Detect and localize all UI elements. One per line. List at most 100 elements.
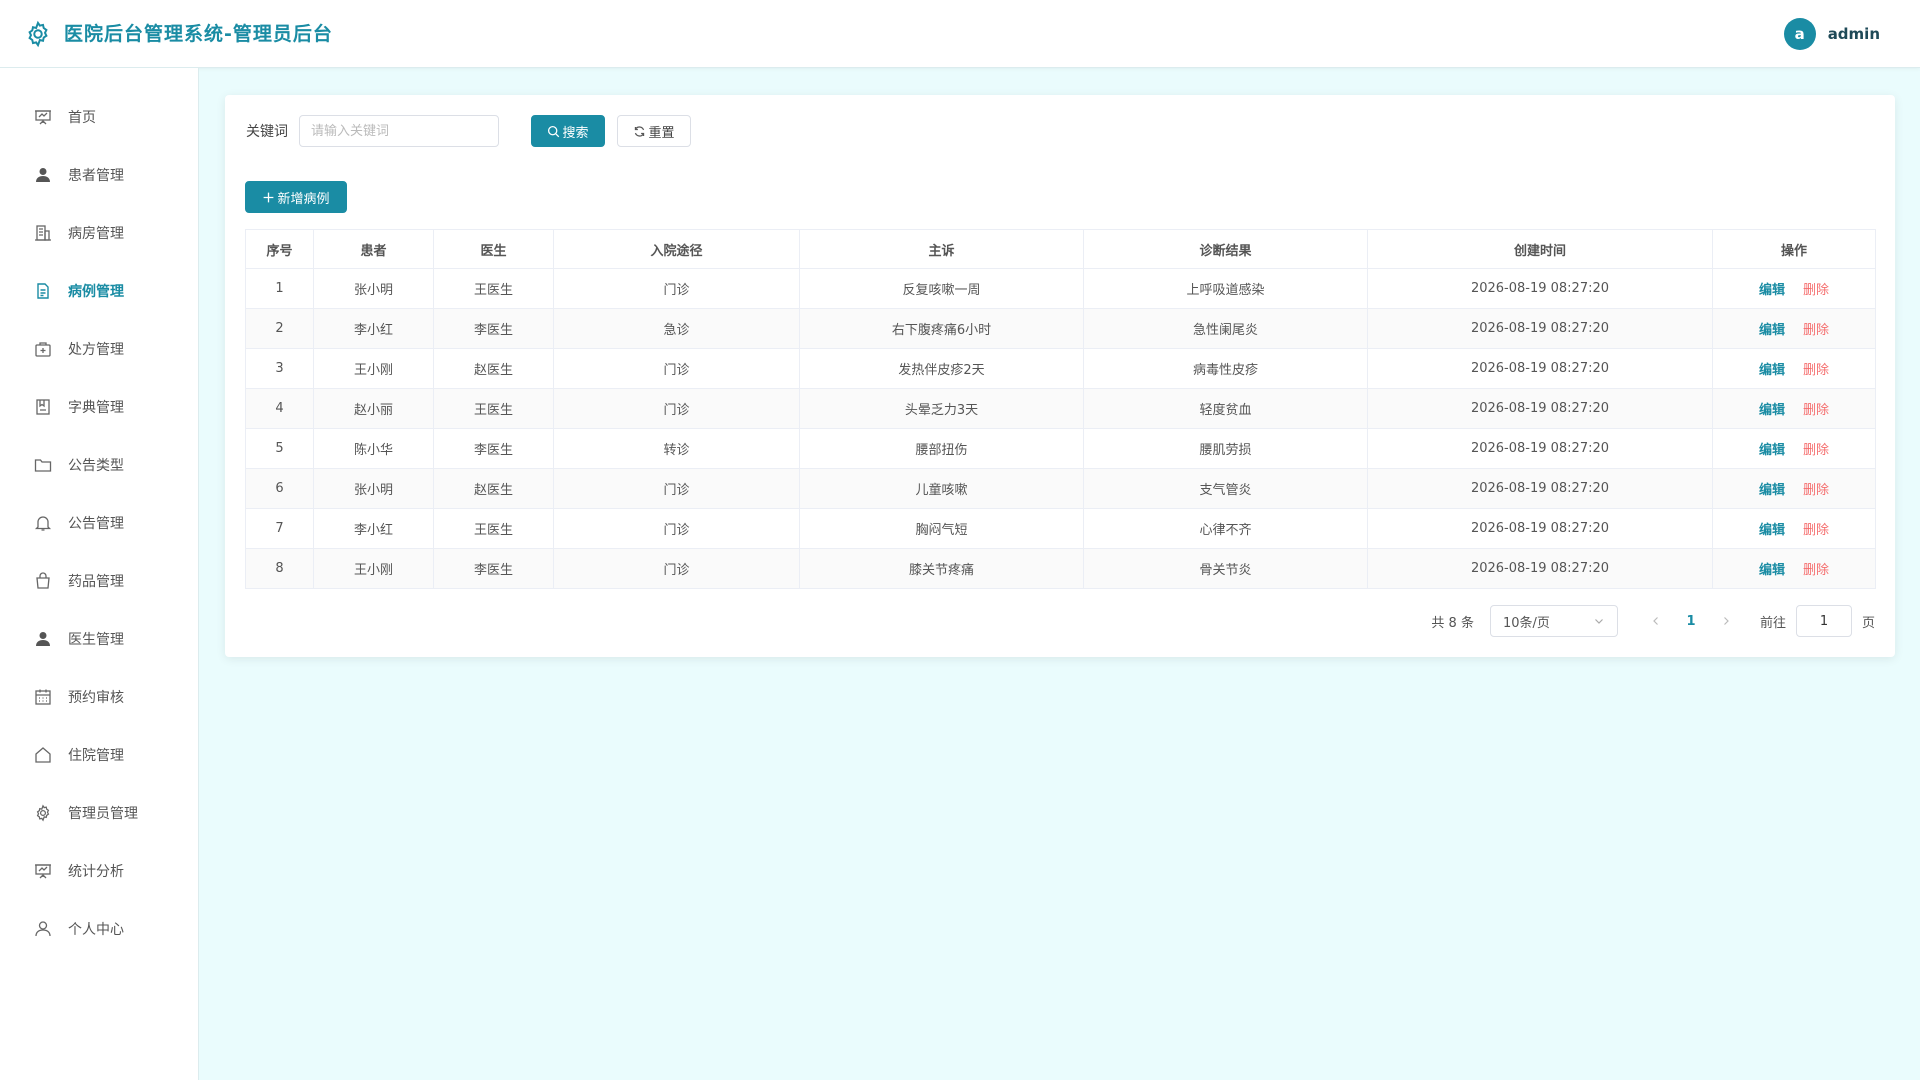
jump-label: 前往 xyxy=(1759,615,1786,631)
table-cell: 2026-08-19 08:27:20 xyxy=(1367,348,1713,389)
username[interactable]: admin xyxy=(1828,25,1880,43)
table-row: 3 王小刚 赵医生 门诊 发热伴皮疹2天 病毒性皮疹 2026-08-19 08:27:20… xyxy=(245,348,1876,389)
table-cell: 2 xyxy=(245,308,314,349)
table-cell: 赵医生 xyxy=(433,348,554,389)
delete-button[interactable]: 删除 xyxy=(1803,363,1829,378)
sidebar-item-8[interactable]: 公告管理 xyxy=(0,494,199,552)
add-case-button[interactable]: 新增病例 xyxy=(245,181,347,213)
sidebar: 首页患者管理病房管理病例管理处方管理字典管理公告类型公告管理 药品管理 医生管理 预约… xyxy=(0,68,199,1080)
delete-button[interactable]: 删除 xyxy=(1803,323,1829,338)
edit-button[interactable]: 编辑 xyxy=(1759,323,1785,338)
table-cell: 膝关节疼痛 xyxy=(799,548,1084,589)
delete-button[interactable]: 删除 xyxy=(1803,443,1829,458)
shopping-bag-icon xyxy=(34,572,52,590)
refresh-icon xyxy=(635,125,645,137)
sidebar-item-9[interactable]: 药品管理 xyxy=(0,552,199,610)
table-cell: 李医生 xyxy=(433,548,554,589)
prev-page-button[interactable] xyxy=(1642,615,1670,627)
edit-button[interactable]: 编辑 xyxy=(1759,563,1785,578)
sidebar-item-label: 病房管理 xyxy=(68,226,124,242)
sidebar-item-5[interactable]: 处方管理 xyxy=(0,320,199,378)
table-cell: 转诊 xyxy=(553,428,800,469)
sidebar-item-label: 管理员管理 xyxy=(68,806,138,822)
sidebar-item-1[interactable]: 首页 xyxy=(0,88,199,146)
top-header: 医院后台管理系统-管理员后台 a admin xyxy=(0,0,1920,68)
table-cell: 门诊 xyxy=(553,548,800,589)
table-row: 5 陈小华 李医生 转诊 腰部扭伤 腰肌劳损 2026-08-19 08:27:20 编辑 删除 xyxy=(245,428,1876,469)
table-cell: 1 xyxy=(245,268,314,309)
delete-button[interactable]: 删除 xyxy=(1803,563,1829,578)
table-cell-actions: 编辑 删除 xyxy=(1712,308,1876,349)
search-icon xyxy=(548,125,560,137)
sidebar-item-13[interactable]: 管理员管理 xyxy=(0,784,199,842)
first-aid-kit-icon xyxy=(34,340,52,358)
sidebar-item-15[interactable]: 个人中心 xyxy=(0,900,199,958)
edit-button[interactable]: 编辑 xyxy=(1759,443,1785,458)
table-cell: 王小刚 xyxy=(313,348,434,389)
edit-button[interactable]: 编辑 xyxy=(1759,283,1785,298)
delete-button[interactable]: 删除 xyxy=(1803,283,1829,298)
table-cell: 腰部扭伤 xyxy=(799,428,1084,469)
presentation-icon xyxy=(34,108,52,126)
sidebar-item-3[interactable]: 病房管理 xyxy=(0,204,199,262)
table-cell: 李医生 xyxy=(433,428,554,469)
column-header: 患者 xyxy=(313,229,434,269)
table-cell: 头晕乏力3天 xyxy=(799,388,1084,429)
table-cell-actions: 编辑 删除 xyxy=(1712,548,1876,589)
edit-button[interactable]: 编辑 xyxy=(1759,403,1785,418)
table-cell: 王医生 xyxy=(433,388,554,429)
sidebar-item-label: 字典管理 xyxy=(68,400,124,416)
user-filled-icon xyxy=(34,630,52,648)
search-button[interactable]: 搜索 xyxy=(531,115,605,147)
table-cell: 王小刚 xyxy=(313,548,434,589)
delete-button[interactable]: 删除 xyxy=(1803,403,1829,418)
table-cell: 右下腹疼痛6小时 xyxy=(799,308,1084,349)
column-header: 主诉 xyxy=(799,229,1084,269)
table-cell: 7 xyxy=(245,508,314,549)
page-number-current[interactable]: 1 xyxy=(1676,614,1706,629)
table-row: 2 李小红 李医生 急诊 右下腹疼痛6小时 急性阑尾炎 2026-08-19 08:27:2… xyxy=(245,308,1876,349)
sidebar-item-label: 首页 xyxy=(68,110,96,126)
jump-page-input[interactable] xyxy=(1795,605,1852,637)
sidebar-item-12[interactable]: 住院管理 xyxy=(0,726,199,784)
table-cell: 上呼吸道感染 xyxy=(1083,268,1368,309)
sidebar-item-label: 处方管理 xyxy=(68,342,124,358)
sidebar-item-label: 公告类型 xyxy=(68,458,124,474)
page-size-select[interactable]: 10条/页 xyxy=(1489,605,1618,637)
sidebar-item-14[interactable]: 统计分析 xyxy=(0,842,199,900)
reset-button[interactable]: 重置 xyxy=(617,115,691,147)
delete-button[interactable]: 删除 xyxy=(1803,483,1829,498)
avatar[interactable]: a xyxy=(1783,18,1816,50)
edit-button[interactable]: 编辑 xyxy=(1759,523,1785,538)
sidebar-item-label: 住院管理 xyxy=(68,748,124,764)
table-cell: 2026-08-19 08:27:20 xyxy=(1367,388,1713,429)
table-row: 1 张小明 王医生 门诊 反复咳嗽一周 上呼吸道感染 2026-08-19 08:27:20… xyxy=(245,268,1876,309)
table-cell: 李小红 xyxy=(313,308,434,349)
user-menu[interactable]: a admin xyxy=(1783,18,1880,50)
reset-button-label: 重置 xyxy=(648,125,675,141)
sidebar-item-4[interactable]: 病例管理 xyxy=(0,262,199,320)
document-icon xyxy=(34,282,52,300)
table-cell: 李小红 xyxy=(313,508,434,549)
table-cell: 胸闷气短 xyxy=(799,508,1084,549)
delete-button[interactable]: 删除 xyxy=(1803,523,1829,538)
plus-icon xyxy=(264,192,274,202)
table-cell: 6 xyxy=(245,468,314,509)
sidebar-item-11[interactable]: 预约审核 xyxy=(0,668,199,726)
sidebar-item-6[interactable]: 字典管理 xyxy=(0,378,199,436)
case-table: 序号 患者 医生 入院途径 主诉 诊断结果 创建时间 操作 1 张小明 王医生 门诊 反复咳嗽一周 上呼… xyxy=(245,229,1876,589)
table-cell-actions: 编辑 删除 xyxy=(1712,428,1876,469)
edit-button[interactable]: 编辑 xyxy=(1759,363,1785,378)
table-cell: 赵医生 xyxy=(433,468,554,509)
sidebar-item-2[interactable]: 患者管理 xyxy=(0,146,199,204)
table-cell: 4 xyxy=(245,388,314,429)
table-cell: 2026-08-19 08:27:20 xyxy=(1367,268,1713,309)
sidebar-item-10[interactable]: 医生管理 xyxy=(0,610,199,668)
sidebar-item-7[interactable]: 公告类型 xyxy=(0,436,199,494)
edit-button[interactable]: 编辑 xyxy=(1759,483,1785,498)
table-row: 8 王小刚 李医生 门诊 膝关节疼痛 骨关节炎 2026-08-19 08:27:20 编辑 删… xyxy=(245,548,1876,589)
house-icon xyxy=(34,746,52,764)
table-cell: 门诊 xyxy=(553,388,800,429)
keyword-input[interactable] xyxy=(299,115,499,147)
next-page-button[interactable] xyxy=(1712,615,1740,627)
